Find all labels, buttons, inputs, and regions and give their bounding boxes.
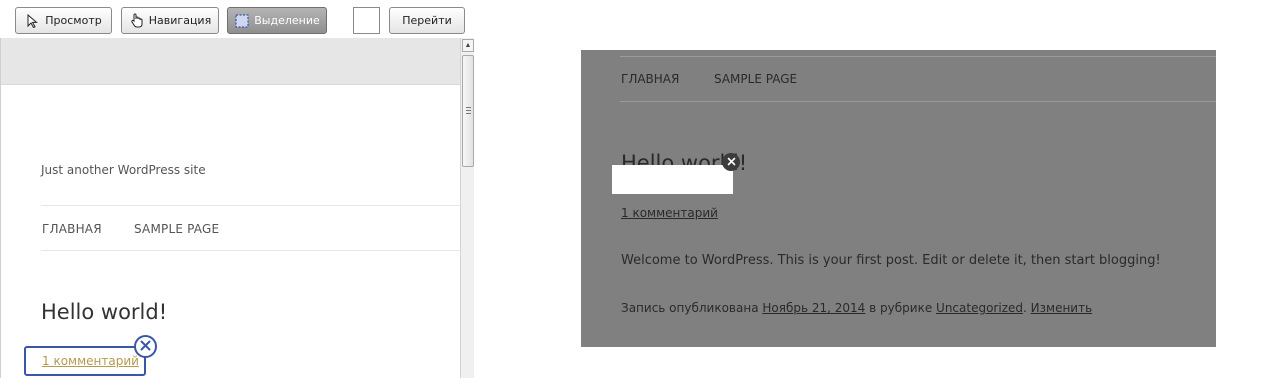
- grip-line: [466, 110, 471, 111]
- color-swatch[interactable]: [353, 7, 380, 34]
- selection-mode-label: Выделение: [254, 14, 320, 27]
- scroll-up-arrow-icon[interactable]: ▲: [462, 39, 474, 52]
- admin-bar-placeholder: [1, 38, 460, 85]
- remove-selection-button[interactable]: [722, 153, 740, 171]
- post-date-link[interactable]: Ноябрь 21, 2014: [762, 301, 865, 315]
- navigation-mode-button[interactable]: Навигация: [121, 7, 219, 34]
- post-body: Welcome to WordPress. This is your first…: [621, 253, 1161, 268]
- editor-panel: Просмотр Навигация Выделение Перейти ▲ J…: [0, 0, 474, 378]
- preview-viewport: ▲ Just another WordPress site ГЛАВНАЯ SA…: [0, 38, 474, 378]
- comments-link[interactable]: 1 комментарий: [621, 206, 718, 220]
- post-category-link[interactable]: Uncategorized: [936, 301, 1023, 315]
- post-title[interactable]: Hello world!: [41, 300, 167, 324]
- view-mode-label: Просмотр: [45, 14, 102, 27]
- post-meta-prefix: Запись опубликована: [621, 301, 759, 315]
- remove-selection-button[interactable]: [134, 335, 157, 358]
- site-tagline: Just another WordPress site: [41, 163, 206, 177]
- post-edit-link[interactable]: Изменить: [1031, 301, 1093, 315]
- post-meta: Запись опубликована Ноябрь 21, 2014 в ру…: [621, 301, 1092, 315]
- post-category-prefix: в рубрике: [869, 301, 933, 315]
- close-x-icon: [727, 153, 736, 171]
- meta-separator: .: [1023, 301, 1027, 315]
- nav-item-home[interactable]: ГЛАВНАЯ: [42, 222, 102, 236]
- selection-highlight: [24, 346, 146, 376]
- dashed-selection-icon: [234, 13, 250, 29]
- grip-line: [466, 107, 471, 108]
- dimmed-preview-overlay: ГЛАВНАЯ SAMPLE PAGE Hello world! 1 комме…: [581, 50, 1216, 347]
- nav-bottom-divider: [620, 101, 1216, 102]
- selected-element-highlight: [612, 165, 733, 194]
- hand-pointer-icon: [129, 13, 145, 29]
- go-button-label: Перейти: [402, 14, 452, 27]
- nav-top-divider: [41, 205, 460, 206]
- selection-mode-button[interactable]: Выделение: [227, 7, 327, 34]
- cursor-arrow-icon: [25, 13, 41, 29]
- toolbar: Просмотр Навигация Выделение Перейти: [0, 0, 474, 38]
- nav-item-home[interactable]: ГЛАВНАЯ: [621, 72, 679, 86]
- close-x-icon: [140, 338, 151, 356]
- nav-bottom-divider: [41, 250, 460, 251]
- vertical-scrollbar[interactable]: ▲: [460, 38, 474, 378]
- nav-item-sample-page[interactable]: SAMPLE PAGE: [134, 222, 219, 236]
- view-mode-button[interactable]: Просмотр: [15, 7, 112, 34]
- grip-line: [466, 113, 471, 114]
- nav-item-sample-page[interactable]: SAMPLE PAGE: [714, 72, 797, 86]
- scroll-thumb[interactable]: [462, 55, 474, 167]
- nav-top-divider: [620, 56, 1216, 57]
- navigation-mode-label: Навигация: [148, 14, 212, 27]
- go-button[interactable]: Перейти: [389, 7, 465, 34]
